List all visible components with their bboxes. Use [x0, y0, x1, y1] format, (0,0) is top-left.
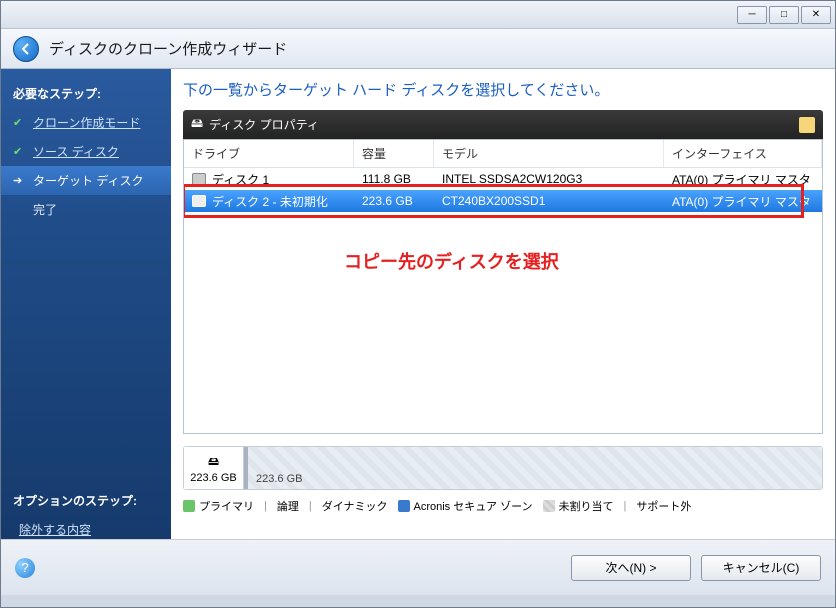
step-source-disk[interactable]: ✔ ソース ディスク	[1, 137, 171, 166]
sidebar: 必要なステップ: ✔ クローン作成モード ✔ ソース ディスク ➔ ターゲット …	[1, 69, 171, 539]
table-row[interactable]: ディスク 2 - 未初期化 223.6 GB CT240BX200SSD1 AT…	[184, 190, 822, 212]
disk-icon: 🖴	[208, 453, 219, 472]
step-label: ソース ディスク	[33, 143, 119, 160]
disk-map-bar[interactable]: 223.6 GB	[244, 447, 822, 489]
legend: プライマリ | 論理 | ダイナミック Acronis セキュア ゾーン 未割り…	[183, 498, 823, 514]
arrow-left-icon	[19, 42, 33, 56]
step-finish[interactable]: 完了	[1, 195, 171, 224]
step-target-disk[interactable]: ➔ ターゲット ディスク	[1, 166, 171, 195]
cell-drive: ディスク 2 - 未初期化	[212, 193, 328, 210]
disk-icon	[192, 195, 206, 207]
header: ディスクのクローン作成ウィザード	[1, 29, 835, 69]
cell-interface: ATA(0) プライマリ マスタ	[664, 168, 822, 191]
check-icon: ✔	[13, 116, 27, 129]
cancel-button[interactable]: キャンセル(C)	[701, 555, 821, 581]
back-button[interactable]	[13, 36, 39, 62]
maximize-button[interactable]: □	[769, 6, 799, 24]
legend-swatch-icon	[183, 500, 195, 512]
disk-size-label: 223.6 GB	[190, 472, 236, 484]
cell-model: CT240BX200SSD1	[434, 191, 664, 211]
legend-acronis: Acronis セキュア ゾーン	[398, 498, 533, 514]
required-steps-title: 必要なステップ:	[1, 79, 171, 108]
legend-primary: プライマリ	[183, 498, 254, 514]
legend-unallocated: 未割り当て	[543, 498, 614, 514]
minimize-button[interactable]: ─	[737, 6, 767, 24]
help-button[interactable]: ?	[15, 558, 35, 578]
cell-model: INTEL SSDSA2CW120G3	[434, 169, 664, 189]
table-body: ディスク 1 111.8 GB INTEL SSDSA2CW120G3 ATA(…	[184, 168, 822, 433]
optional-steps-title: オプションのステップ:	[1, 484, 171, 517]
legend-swatch-icon	[543, 500, 555, 512]
legend-swatch-icon	[398, 500, 410, 512]
instruction-text: 下の一覧からターゲット ハード ディスクを選択してください。	[183, 79, 823, 100]
panel-title: ディスク プロパティ	[209, 116, 319, 133]
table-header: ドライブ 容量 モデル インターフェイス	[184, 140, 822, 168]
footer: ? 次へ(N) > キャンセル(C)	[1, 539, 835, 595]
window: ─ □ ✕ ディスクのクローン作成ウィザード 必要なステップ: ✔ クローン作成…	[0, 0, 836, 608]
close-button[interactable]: ✕	[801, 6, 831, 24]
cell-capacity: 111.8 GB	[354, 169, 434, 189]
cell-interface: ATA(0) プライマリ マスタ	[664, 190, 822, 213]
legend-logical: 論理	[277, 498, 299, 514]
options-icon[interactable]	[799, 117, 815, 133]
disk-map-label: 🖴 223.6 GB	[184, 447, 244, 489]
annotation-text: コピー先のディスクを選択	[344, 248, 559, 274]
cell-drive: ディスク 1	[212, 171, 269, 188]
step-label: ターゲット ディスク	[33, 172, 144, 189]
col-capacity[interactable]: 容量	[354, 140, 434, 167]
legend-dynamic: ダイナミック	[322, 498, 388, 514]
table-row[interactable]: ディスク 1 111.8 GB INTEL SSDSA2CW120G3 ATA(…	[184, 168, 822, 190]
titlebar: ─ □ ✕	[1, 1, 835, 29]
window-title: ディスクのクローン作成ウィザード	[49, 38, 287, 59]
col-model[interactable]: モデル	[434, 140, 664, 167]
step-clone-mode[interactable]: ✔ クローン作成モード	[1, 108, 171, 137]
col-interface[interactable]: インターフェイス	[664, 140, 822, 167]
col-drive[interactable]: ドライブ	[184, 140, 354, 167]
disk-properties-header: 🖴 ディスク プロパティ	[183, 110, 823, 139]
disk-icon: 🖴	[191, 114, 203, 135]
next-button[interactable]: 次へ(N) >	[571, 555, 691, 581]
disk-map: 🖴 223.6 GB 223.6 GB	[183, 446, 823, 490]
arrow-right-icon: ➔	[13, 174, 27, 187]
step-label: 完了	[33, 201, 57, 218]
cell-capacity: 223.6 GB	[354, 191, 434, 211]
main-panel: 下の一覧からターゲット ハード ディスクを選択してください。 🖴 ディスク プロ…	[171, 69, 835, 539]
step-label: クローン作成モード	[33, 114, 140, 131]
legend-unsupported: サポート外	[636, 498, 691, 514]
check-icon: ✔	[13, 145, 27, 158]
disk-icon	[192, 173, 206, 185]
partition-size-label: 223.6 GB	[256, 473, 302, 485]
optional-step-exclude[interactable]: 除外する内容	[1, 517, 171, 542]
disk-table: ドライブ 容量 モデル インターフェイス ディスク 1 111.8 GB INT…	[183, 139, 823, 434]
